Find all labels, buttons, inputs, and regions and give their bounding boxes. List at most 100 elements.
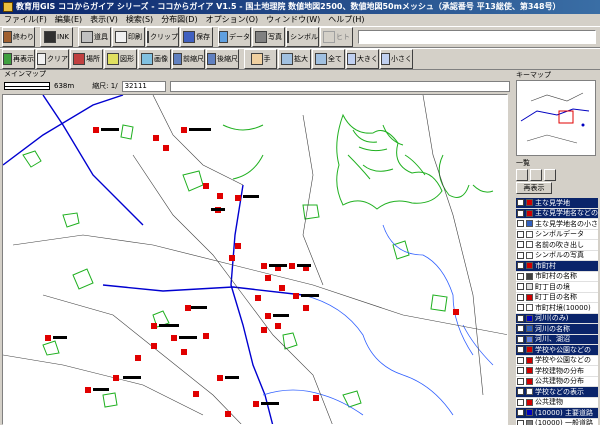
- key-map[interactable]: [516, 80, 596, 156]
- layer-checkbox[interactable]: [517, 314, 524, 322]
- list-tool-3-icon[interactable]: [544, 169, 556, 181]
- print-button[interactable]: 印刷: [112, 27, 145, 47]
- layer-checkbox[interactable]: [517, 304, 524, 312]
- layer-item[interactable]: シンボルデータ: [516, 229, 598, 240]
- layer-label: 学校や公園などの: [535, 356, 591, 365]
- key-map-canvas[interactable]: [517, 81, 596, 156]
- layer-item[interactable]: 学校や公園などの: [516, 355, 598, 366]
- title-bar: 教育用GIS ココからガイア シリーズ - ココからガイア V1.5 - 国土地…: [0, 0, 600, 14]
- zoom-out-button[interactable]: 小さく: [380, 49, 413, 69]
- layer-item[interactable]: 学校建物の分布: [516, 366, 598, 377]
- layer-swatch-icon: [526, 209, 533, 217]
- layer-checkbox[interactable]: [517, 398, 524, 406]
- symbol-button[interactable]: シンボル: [286, 27, 319, 47]
- layer-swatch-icon: [526, 199, 533, 207]
- exit-button[interactable]: 終わり: [2, 27, 35, 47]
- layer-checkbox[interactable]: [517, 283, 524, 291]
- layer-label: (10000) 一般道路: [535, 419, 593, 425]
- menu-view[interactable]: 表示(V): [86, 14, 122, 26]
- redisplay-button[interactable]: 再表示: [2, 49, 35, 69]
- layer-checkbox[interactable]: [517, 367, 524, 375]
- ink-button[interactable]: INK: [40, 27, 73, 47]
- layer-item[interactable]: (10000) 一般道路: [516, 418, 598, 425]
- tools-button[interactable]: 道具: [78, 27, 111, 47]
- person-button[interactable]: ヒト: [320, 27, 353, 47]
- layer-item[interactable]: 主な見学地名の小さ: [516, 219, 598, 230]
- menu-file[interactable]: ファイル(F): [0, 14, 51, 26]
- list-tool-2-icon[interactable]: [530, 169, 542, 181]
- save-button[interactable]: 保存: [180, 27, 213, 47]
- layer-label: 名前の吹き出し: [535, 240, 584, 249]
- shape-button[interactable]: 図形: [104, 49, 137, 69]
- menu-distribution[interactable]: 分布図(D): [157, 14, 201, 26]
- layer-item[interactable]: 学校などの表示: [516, 387, 598, 398]
- layer-checkbox[interactable]: [517, 251, 524, 259]
- layer-checkbox[interactable]: [517, 230, 524, 238]
- zoom-area-button[interactable]: 拡大: [278, 49, 311, 69]
- layer-checkbox[interactable]: [517, 377, 524, 385]
- prev-scale-button[interactable]: 前縮尺: [172, 49, 205, 69]
- layer-checkbox[interactable]: [517, 262, 524, 270]
- layer-item[interactable]: 市町村境(10000): [516, 303, 598, 314]
- app-globe-icon: [3, 2, 13, 12]
- layer-checkbox[interactable]: [517, 356, 524, 364]
- list-tool-1-icon[interactable]: [516, 169, 528, 181]
- hand-button[interactable]: 手: [244, 49, 277, 69]
- photo-button[interactable]: 写真: [252, 27, 285, 47]
- layer-item[interactable]: 町丁目の境: [516, 282, 598, 293]
- zoom-in-button[interactable]: 大きく: [346, 49, 379, 69]
- data-button[interactable]: データ: [218, 27, 251, 47]
- layer-checkbox[interactable]: [517, 419, 524, 425]
- layer-checkbox[interactable]: [517, 293, 524, 301]
- layer-checkbox[interactable]: [517, 335, 524, 343]
- layer-item[interactable]: 市町村の名称: [516, 271, 598, 282]
- layer-label: 公共建物の分布: [535, 377, 584, 386]
- layer-item[interactable]: シンボルの写真: [516, 250, 598, 261]
- menu-window[interactable]: ウィンドウ(W): [262, 14, 324, 26]
- scale-input[interactable]: 32111: [121, 80, 166, 92]
- layer-checkbox[interactable]: [517, 346, 524, 354]
- layer-item[interactable]: 学校や公園などの: [516, 345, 598, 356]
- next-scale-button[interactable]: 後縮尺: [206, 49, 239, 69]
- layer-item[interactable]: 町丁目の名称: [516, 292, 598, 303]
- layer-item[interactable]: (10000) 主要道路: [516, 408, 598, 419]
- layer-checkbox[interactable]: [517, 409, 524, 417]
- layer-checkbox[interactable]: [517, 325, 524, 333]
- clipboard-icon: [147, 31, 149, 43]
- layer-item[interactable]: 公共建物: [516, 397, 598, 408]
- layer-checkbox[interactable]: [517, 199, 524, 207]
- search-input[interactable]: [358, 30, 596, 44]
- layer-label: 市町村: [535, 261, 556, 270]
- clear-button[interactable]: クリア: [36, 49, 69, 69]
- layer-item[interactable]: 市町村: [516, 261, 598, 272]
- menu-help[interactable]: ヘルプ(H): [324, 14, 368, 26]
- layer-item[interactable]: 河川、湖沼: [516, 334, 598, 345]
- layer-item[interactable]: 主な見学地: [516, 198, 598, 209]
- image-button[interactable]: 画像: [138, 49, 171, 69]
- layer-label: (10000) 主要道路: [535, 408, 593, 417]
- layer-item[interactable]: 河川(のみ): [516, 313, 598, 324]
- layer-item[interactable]: 河川の名称: [516, 324, 598, 335]
- layer-refresh-button[interactable]: 再表示: [516, 182, 552, 194]
- full-extent-button[interactable]: 全て: [312, 49, 345, 69]
- menu-edit[interactable]: 編集(E): [51, 14, 86, 26]
- layer-label: シンボルの写真: [535, 251, 584, 260]
- layer-checkbox[interactable]: [517, 209, 524, 217]
- layer-item[interactable]: 主な見学地名などの: [516, 208, 598, 219]
- zoom-in-icon: [347, 53, 356, 65]
- printer-icon: [115, 31, 127, 43]
- layer-swatch-icon: [526, 398, 533, 406]
- layer-swatch-icon: [526, 377, 533, 385]
- main-map[interactable]: [2, 94, 508, 425]
- menu-options[interactable]: オプション(O): [202, 14, 263, 26]
- menu-search[interactable]: 検索(S): [122, 14, 157, 26]
- place-button[interactable]: 場所: [70, 49, 103, 69]
- layer-checkbox[interactable]: [517, 241, 524, 249]
- layer-item[interactable]: 公共建物の分布: [516, 376, 598, 387]
- layer-checkbox[interactable]: [517, 388, 524, 396]
- layer-item[interactable]: 名前の吹き出し: [516, 240, 598, 251]
- layer-checkbox[interactable]: [517, 272, 524, 280]
- map-canvas[interactable]: [3, 95, 508, 425]
- clip-button[interactable]: クリップ: [146, 27, 179, 47]
- layer-checkbox[interactable]: [517, 220, 524, 228]
